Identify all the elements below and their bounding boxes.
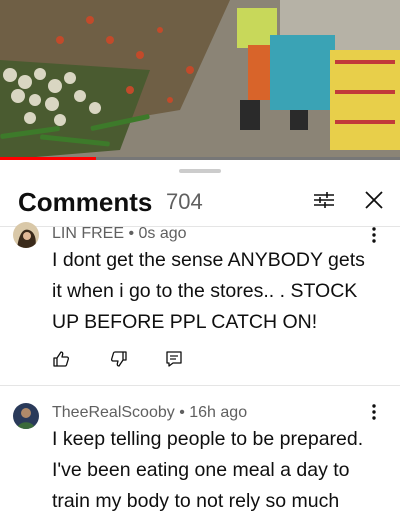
avatar[interactable] xyxy=(13,222,39,248)
comment-body: I keep telling people to be prepared. I'… xyxy=(52,424,397,517)
thumbs-up-icon[interactable] xyxy=(52,350,70,368)
comment-line: UP BEFORE PPL CATCH ON! xyxy=(52,311,318,333)
comment-line: I dont get the sense ANYBODY gets xyxy=(52,249,365,271)
comment-line: it when i go to the stores.. . STOCK xyxy=(52,280,358,302)
more-vert-icon[interactable] xyxy=(370,403,378,421)
video-frame xyxy=(0,0,400,160)
comment-body: I dont get the sense ANYBODY gets it whe… xyxy=(52,245,392,338)
video-player[interactable] xyxy=(0,0,400,160)
comment-meta: TheeRealScooby • 16h ago xyxy=(52,404,248,421)
comment-time: 0s ago xyxy=(138,225,187,242)
comment-line: I keep telling people to be prepared. xyxy=(52,428,364,450)
thumbs-down-icon[interactable] xyxy=(110,350,128,368)
comment-divider xyxy=(0,385,400,386)
comment-line: I've been eating one meal a day to xyxy=(52,459,350,481)
comment-author[interactable]: TheeRealScooby xyxy=(52,404,175,421)
comment-meta: LIN FREE • 0s ago xyxy=(52,225,187,242)
comment-author[interactable]: LIN FREE xyxy=(52,225,124,242)
comments-title: Comments xyxy=(18,187,153,217)
filter-icon[interactable] xyxy=(312,188,336,212)
drag-handle[interactable] xyxy=(179,169,221,173)
comments-header: Comments 704 xyxy=(0,178,400,226)
more-vert-icon[interactable] xyxy=(370,226,378,244)
comment-line: train my body to not rely so much xyxy=(52,490,340,512)
reply-icon[interactable] xyxy=(165,350,183,368)
close-icon[interactable] xyxy=(362,188,386,212)
avatar[interactable] xyxy=(13,403,39,429)
comment-time: 16h ago xyxy=(189,404,248,421)
comments-count: 704 xyxy=(166,189,203,214)
